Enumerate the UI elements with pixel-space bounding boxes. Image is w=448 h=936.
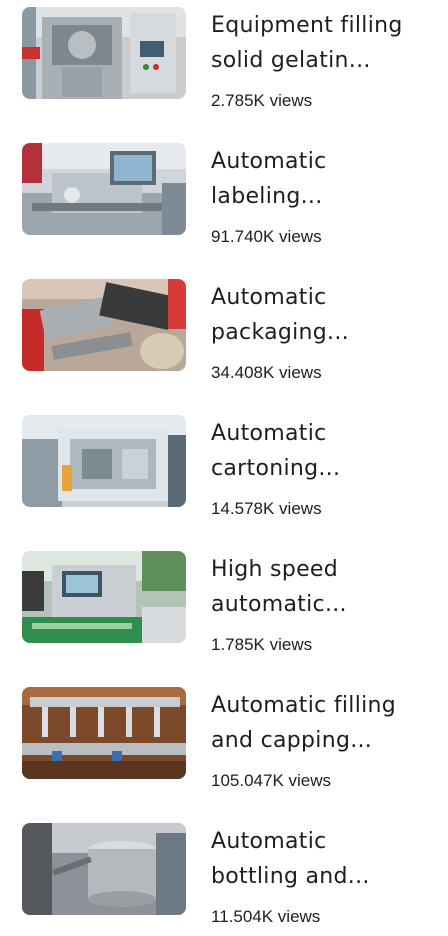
video-item[interactable]: Automatic bottling and... 11.504K views bbox=[0, 816, 448, 936]
video-thumbnail[interactable] bbox=[22, 551, 186, 643]
cartoning-machine-image bbox=[22, 415, 186, 507]
video-list: Equipment filling solid gelatin... 2.785K… bbox=[0, 0, 448, 927]
labeling-machine-image bbox=[22, 143, 186, 235]
view-count: 11.504K views bbox=[211, 907, 321, 926]
view-count: 14.578K views bbox=[211, 499, 322, 518]
video-thumbnail[interactable] bbox=[22, 279, 186, 371]
view-count: 1.785K views bbox=[211, 635, 313, 654]
title-line: Automatic filling bbox=[211, 693, 397, 718]
video-title[interactable]: Automatic labeling... bbox=[211, 144, 441, 214]
video-item[interactable]: Automatic filling and capping... 105.047K… bbox=[0, 680, 448, 800]
title-line: cartoning... bbox=[211, 456, 341, 481]
video-item[interactable]: Automatic labeling... 91.740K views bbox=[0, 136, 448, 256]
video-thumbnail[interactable] bbox=[22, 687, 186, 779]
title-line: Automatic bbox=[211, 285, 327, 310]
title-line: Automatic bbox=[211, 149, 327, 174]
packaging-machine-image bbox=[22, 279, 186, 371]
title-line: labeling... bbox=[211, 184, 323, 209]
view-count: 2.785K views bbox=[211, 91, 313, 110]
video-title[interactable]: Automatic packaging... bbox=[211, 280, 441, 350]
view-count: 34.408K views bbox=[211, 363, 322, 382]
video-title[interactable]: Automatic bottling and... bbox=[211, 824, 441, 894]
title-line: Automatic bbox=[211, 421, 327, 446]
video-thumbnail[interactable] bbox=[22, 7, 186, 99]
video-thumbnail[interactable] bbox=[22, 143, 186, 235]
title-line: Equipment filling bbox=[211, 13, 403, 38]
title-line: bottling and... bbox=[211, 864, 370, 889]
filling-capping-machine-image bbox=[22, 687, 186, 779]
title-line: automatic... bbox=[211, 592, 347, 617]
video-title[interactable]: Automatic filling and capping... bbox=[211, 688, 441, 758]
view-count: 105.047K views bbox=[211, 771, 332, 790]
view-count: 91.740K views bbox=[211, 227, 322, 246]
video-thumbnail[interactable] bbox=[22, 415, 186, 507]
video-item[interactable]: Automatic cartoning... 14.578K views bbox=[0, 408, 448, 528]
title-line: packaging... bbox=[211, 320, 349, 345]
high-speed-machine-image bbox=[22, 551, 186, 643]
video-thumbnail[interactable] bbox=[22, 823, 186, 915]
video-title[interactable]: Equipment filling solid gelatin... bbox=[211, 8, 441, 78]
title-line: High speed bbox=[211, 557, 339, 582]
video-title[interactable]: Automatic cartoning... bbox=[211, 416, 441, 486]
video-item[interactable]: Equipment filling solid gelatin... 2.785K… bbox=[0, 0, 448, 120]
video-title[interactable]: High speed automatic... bbox=[211, 552, 441, 622]
video-item[interactable]: High speed automatic... 1.785K views bbox=[0, 544, 448, 664]
video-item[interactable]: Automatic packaging... 34.408K views bbox=[0, 272, 448, 392]
capsule-filling-machine-image bbox=[22, 7, 186, 99]
title-line: Automatic bbox=[211, 829, 327, 854]
bottling-machine-image bbox=[22, 823, 186, 915]
title-line: solid gelatin... bbox=[211, 48, 371, 73]
title-line: and capping... bbox=[211, 728, 373, 753]
